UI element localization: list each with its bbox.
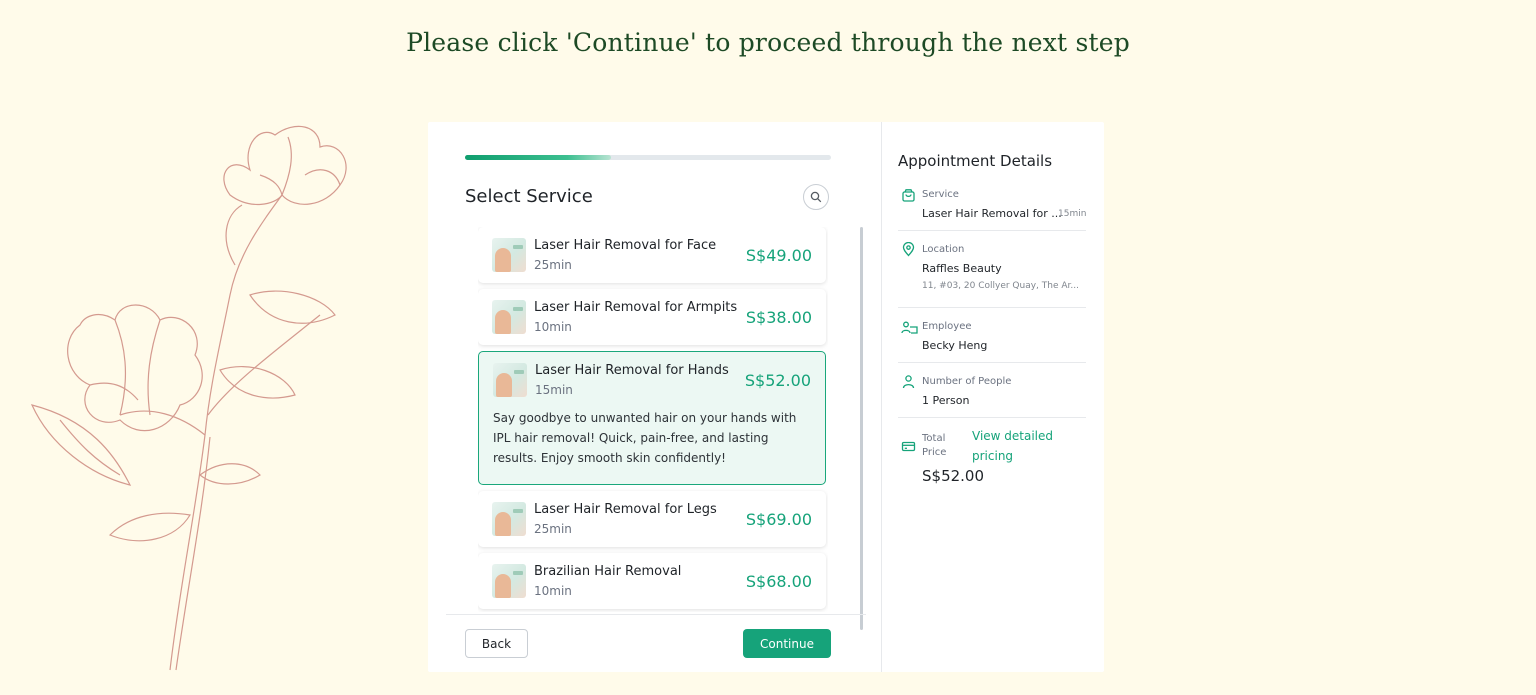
service-item-legs[interactable]: Laser Hair Removal for Legs 25min S$69.0…	[478, 491, 826, 547]
location-address: 11, #03, 20 Collyer Quay, The Ar...	[922, 281, 1079, 291]
section-title: Select Service	[465, 186, 593, 207]
details-divider	[898, 362, 1086, 363]
service-price: S$38.00	[745, 308, 812, 327]
service-item-armpits[interactable]: Laser Hair Removal for Armpits 10min S$3…	[478, 289, 826, 345]
person-icon	[902, 375, 915, 389]
progress-bar	[465, 155, 831, 160]
service-thumbnail	[492, 502, 526, 536]
location-pin-icon	[902, 242, 915, 257]
people-label: Number of People	[922, 376, 1012, 387]
employee-value: Becky Heng	[922, 339, 988, 352]
total-label-line1: Total	[922, 433, 946, 444]
service-item-face[interactable]: Laser Hair Removal for Face 25min S$49.0…	[478, 227, 826, 283]
total-price: S$52.00	[922, 467, 985, 485]
continue-button[interactable]: Continue	[743, 629, 831, 658]
total-label-line2: Price	[922, 447, 947, 458]
service-name: Brazilian Hair Removal	[534, 564, 682, 579]
details-divider	[898, 230, 1086, 231]
page-headline: Please click 'Continue' to proceed throu…	[406, 28, 1130, 57]
service-thumbnail	[492, 238, 526, 272]
service-duration: 10min	[534, 320, 572, 334]
service-duration: 25min	[534, 522, 572, 536]
service-name: Laser Hair Removal for Hands	[535, 363, 729, 378]
service-item-brazilian[interactable]: Brazilian Hair Removal 10min S$68.00	[478, 553, 826, 609]
service-list-scrollbar[interactable]	[860, 227, 863, 630]
progress-bar-fill	[465, 155, 612, 160]
search-icon	[810, 191, 822, 203]
view-pricing-link[interactable]: View detailed pricing	[972, 426, 1072, 466]
service-duration: 25min	[534, 258, 572, 272]
back-button[interactable]: Back	[465, 629, 528, 658]
service-name: Laser Hair Removal for Face	[534, 238, 717, 253]
booking-card: Select Service Laser Hair Removal for Fa…	[428, 122, 1104, 672]
service-thumbnail	[493, 363, 527, 397]
service-price: S$52.00	[744, 371, 811, 390]
employee-label: Employee	[922, 321, 972, 332]
service-description: Say goodbye to unwanted hair on your han…	[493, 411, 797, 465]
people-value: 1 Person	[922, 394, 970, 407]
service-item-hands[interactable]: Laser Hair Removal for Hands 15min S$52.…	[478, 351, 826, 485]
service-thumbnail	[492, 300, 526, 334]
service-price: S$69.00	[745, 510, 812, 529]
employee-icon	[901, 321, 918, 334]
details-divider	[898, 417, 1086, 418]
footer-divider	[446, 614, 866, 615]
service-duration-value: 15min	[1058, 209, 1087, 219]
location-value: Raffles Beauty	[922, 262, 1002, 275]
service-list: Laser Hair Removal for Face 25min S$49.0…	[478, 227, 828, 612]
service-price: S$49.00	[745, 246, 812, 265]
card-icon	[901, 441, 916, 452]
details-divider	[898, 307, 1086, 308]
service-price: S$68.00	[745, 572, 812, 591]
bag-icon	[902, 189, 915, 202]
panel-divider	[881, 122, 882, 672]
location-label: Location	[922, 244, 965, 255]
service-name: Laser Hair Removal for Armpits	[534, 300, 738, 315]
service-name: Laser Hair Removal for Legs	[534, 502, 717, 517]
service-duration: 15min	[535, 383, 573, 397]
details-title: Appointment Details	[898, 152, 1053, 170]
flower-illustration	[30, 125, 347, 671]
service-thumbnail	[492, 564, 526, 598]
service-value: Laser Hair Removal for ...	[922, 207, 1062, 220]
view-pricing-link-line1: View detailed	[972, 429, 1054, 443]
search-button[interactable]	[803, 184, 829, 210]
service-duration: 10min	[534, 584, 572, 598]
service-label: Service	[922, 189, 959, 200]
view-pricing-link-line2: pricing	[972, 449, 1014, 463]
